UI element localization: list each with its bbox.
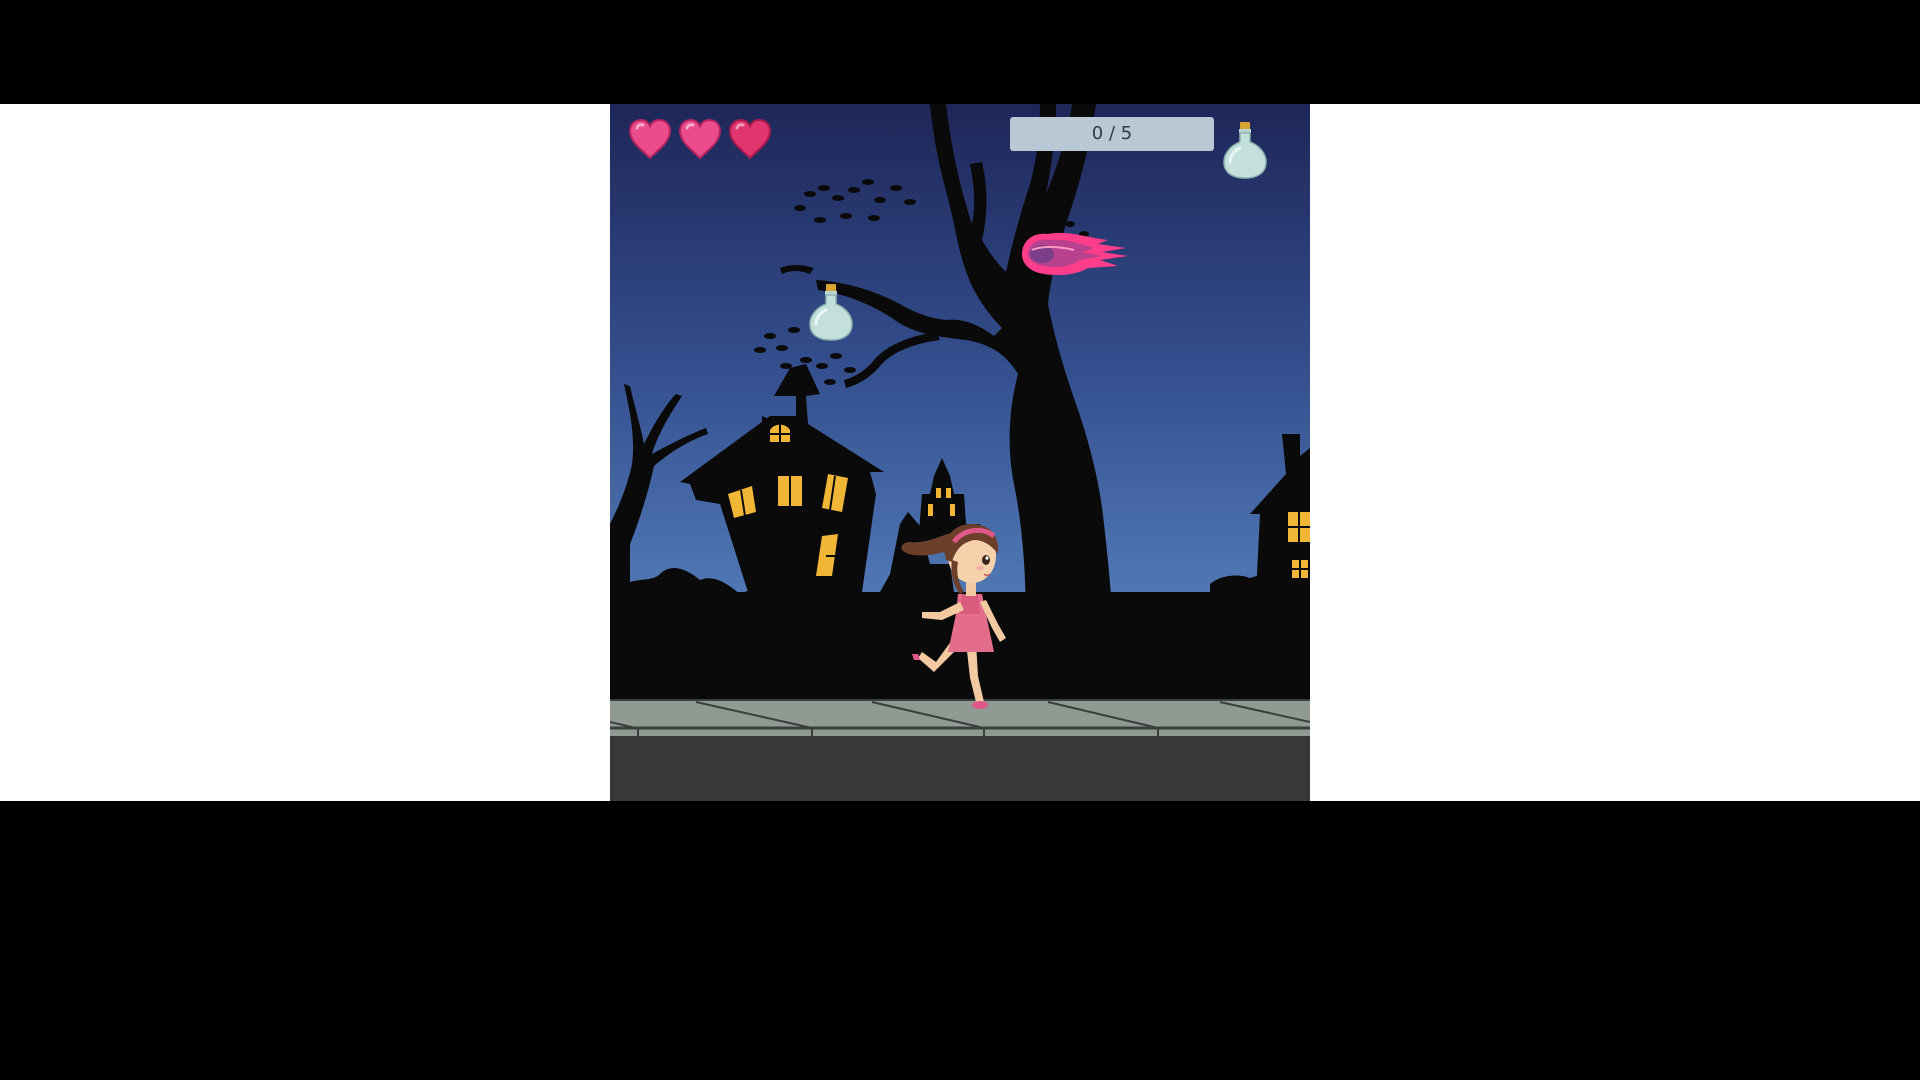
running-girl[interactable] [900, 502, 1010, 748]
pink-fireball [1022, 232, 1128, 276]
potion-pickup [809, 284, 853, 341]
lives-display [628, 118, 772, 160]
heart-icon [628, 118, 672, 160]
game-canvas[interactable]: 0 / 5 [610, 104, 1310, 801]
potion-bottle-icon [1223, 122, 1267, 179]
heart-icon [678, 118, 722, 160]
potion-progress-counter: 0 / 5 [1010, 117, 1214, 151]
heart-icon [728, 118, 772, 160]
